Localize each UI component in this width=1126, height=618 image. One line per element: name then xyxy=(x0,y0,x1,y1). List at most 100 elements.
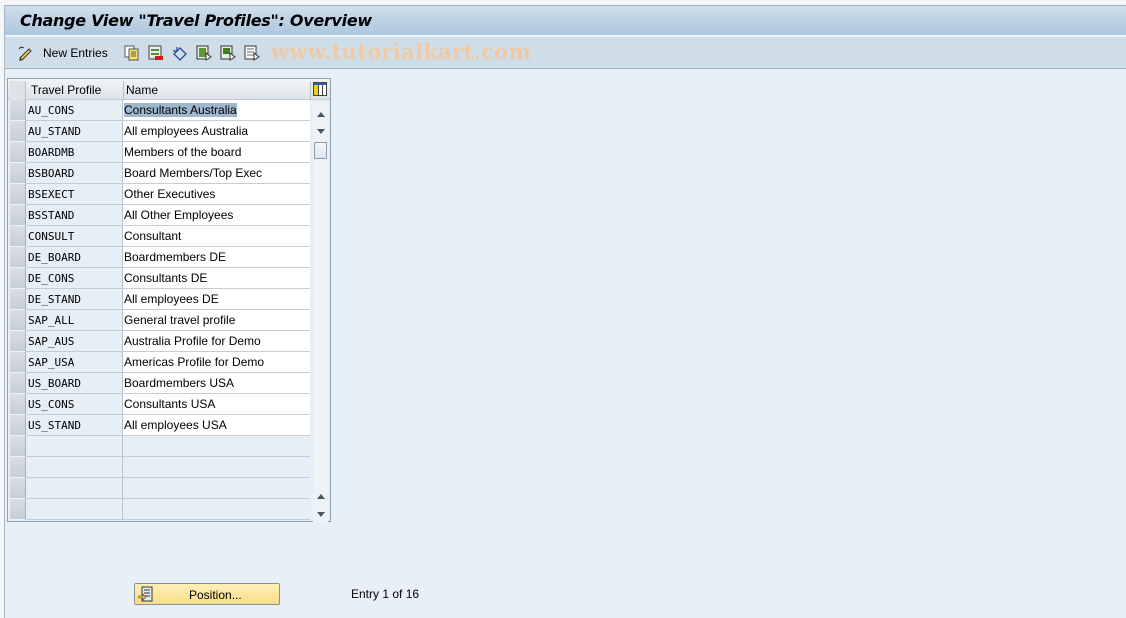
name-cell[interactable]: Consultants USA xyxy=(123,394,310,415)
travel-profile-cell[interactable]: US_BOARD xyxy=(26,373,123,394)
travel-profile-cell[interactable]: DE_STAND xyxy=(26,289,123,310)
select-block-button[interactable] xyxy=(220,44,236,62)
table-row[interactable]: CONSULT Consultant xyxy=(8,226,310,247)
table-row[interactable]: US_CONS Consultants USA xyxy=(8,394,310,415)
name-cell[interactable]: All Other Employees xyxy=(123,205,310,226)
name-cell[interactable]: Members of the board xyxy=(123,142,310,163)
travel-profile-cell[interactable]: US_CONS xyxy=(26,394,123,415)
empty-table-row[interactable] xyxy=(8,499,310,520)
travel-profile-cell[interactable] xyxy=(26,436,123,457)
name-cell[interactable]: All employees Australia xyxy=(123,121,310,142)
scroll-up-button[interactable] xyxy=(313,106,328,122)
table-row[interactable]: US_STAND All employees USA xyxy=(8,415,310,436)
row-selector[interactable] xyxy=(10,436,26,457)
name-cell[interactable]: Consultant xyxy=(123,226,310,247)
table-settings-icon[interactable] xyxy=(313,82,327,96)
row-selector[interactable] xyxy=(10,352,26,373)
travel-profile-cell[interactable]: BOARDMB xyxy=(26,142,123,163)
select-all-button[interactable] xyxy=(196,44,212,62)
name-cell[interactable]: All employees DE xyxy=(123,289,310,310)
travel-profile-cell[interactable]: CONSULT xyxy=(26,226,123,247)
page-up-button[interactable] xyxy=(313,488,328,504)
travel-profile-cell[interactable]: DE_CONS xyxy=(26,268,123,289)
row-selector[interactable] xyxy=(10,457,26,478)
travel-profile-cell[interactable] xyxy=(26,499,123,520)
row-selector[interactable] xyxy=(10,142,26,163)
name-cell[interactable] xyxy=(123,436,310,457)
row-selector[interactable] xyxy=(10,247,26,268)
empty-table-row[interactable] xyxy=(8,457,310,478)
table-row[interactable]: SAP_ALL General travel profile xyxy=(8,310,310,331)
table-row[interactable]: SAP_AUS Australia Profile for Demo xyxy=(8,331,310,352)
travel-profile-cell[interactable]: SAP_ALL xyxy=(26,310,123,331)
travel-profile-cell[interactable]: BSEXECT xyxy=(26,184,123,205)
travel-profile-cell[interactable]: SAP_AUS xyxy=(26,331,123,352)
table-row[interactable]: BOARDMB Members of the board xyxy=(8,142,310,163)
table-row[interactable]: AU_CONS Consultants Australia xyxy=(8,100,310,121)
travel-profile-cell[interactable]: AU_CONS xyxy=(26,100,123,121)
travel-profile-cell[interactable] xyxy=(26,457,123,478)
name-cell[interactable] xyxy=(123,457,310,478)
vertical-scrollbar[interactable] xyxy=(313,101,328,522)
position-button[interactable]: Position... xyxy=(134,583,280,605)
name-cell[interactable]: Board Members/Top Exec xyxy=(123,163,310,184)
table-row[interactable]: BSSTAND All Other Employees xyxy=(8,205,310,226)
table-row[interactable]: DE_CONS Consultants DE xyxy=(8,268,310,289)
name-cell[interactable]: General travel profile xyxy=(123,310,310,331)
travel-profile-cell[interactable]: BSBOARD xyxy=(26,163,123,184)
name-cell[interactable]: Consultants Australia xyxy=(123,100,310,121)
row-selector[interactable] xyxy=(10,373,26,394)
travel-profile-cell[interactable] xyxy=(26,478,123,499)
name-cell[interactable]: Consultants DE xyxy=(123,268,310,289)
row-selector[interactable] xyxy=(10,331,26,352)
travel-profile-cell[interactable]: US_STAND xyxy=(26,415,123,436)
name-cell[interactable]: All employees USA xyxy=(123,415,310,436)
travel-profile-value: US_BOARD xyxy=(28,377,81,390)
row-selector[interactable] xyxy=(10,163,26,184)
row-selector[interactable] xyxy=(10,100,26,121)
row-selector[interactable] xyxy=(10,289,26,310)
row-selector[interactable] xyxy=(10,478,26,499)
delete-icon xyxy=(148,45,164,61)
table-row[interactable]: BSBOARD Board Members/Top Exec xyxy=(8,163,310,184)
travel-profile-cell[interactable]: BSSTAND xyxy=(26,205,123,226)
name-cell[interactable]: Australia Profile for Demo xyxy=(123,331,310,352)
delete-button[interactable] xyxy=(148,44,164,62)
row-selector[interactable] xyxy=(10,184,26,205)
table-row[interactable]: AU_STAND All employees Australia xyxy=(8,121,310,142)
scrollbar-thumb[interactable] xyxy=(314,142,327,159)
empty-table-row[interactable] xyxy=(8,436,310,457)
name-cell[interactable] xyxy=(123,478,310,499)
copy-button[interactable] xyxy=(124,44,140,62)
column-header-name[interactable]: Name xyxy=(126,83,158,97)
row-selector[interactable] xyxy=(10,394,26,415)
name-cell[interactable]: Other Executives xyxy=(123,184,310,205)
name-cell[interactable]: Boardmembers USA xyxy=(123,373,310,394)
name-cell[interactable] xyxy=(123,499,310,520)
scroll-down-button[interactable] xyxy=(313,123,328,139)
row-selector[interactable] xyxy=(10,499,26,520)
row-selector[interactable] xyxy=(10,226,26,247)
table-row[interactable]: US_BOARD Boardmembers USA xyxy=(8,373,310,394)
page-down-button[interactable] xyxy=(313,506,328,522)
table-row[interactable]: SAP_USA Americas Profile for Demo xyxy=(8,352,310,373)
column-header-travel-profile[interactable]: Travel Profile xyxy=(31,83,101,97)
travel-profile-cell[interactable]: AU_STAND xyxy=(26,121,123,142)
undo-button[interactable] xyxy=(172,44,188,62)
travel-profile-cell[interactable]: SAP_USA xyxy=(26,352,123,373)
table-row[interactable]: DE_STAND All employees DE xyxy=(8,289,310,310)
empty-table-row[interactable] xyxy=(8,478,310,499)
table-row[interactable]: BSEXECT Other Executives xyxy=(8,184,310,205)
row-selector[interactable] xyxy=(10,121,26,142)
new-entries-button[interactable]: New Entries xyxy=(17,44,108,62)
travel-profile-cell[interactable]: DE_BOARD xyxy=(26,247,123,268)
table-row[interactable]: DE_BOARD Boardmembers DE xyxy=(8,247,310,268)
name-cell[interactable]: Boardmembers DE xyxy=(123,247,310,268)
deselect-all-button[interactable] xyxy=(244,44,260,62)
row-selector[interactable] xyxy=(10,205,26,226)
select-all-rows-cell[interactable] xyxy=(10,81,26,100)
row-selector[interactable] xyxy=(10,268,26,289)
name-cell[interactable]: Americas Profile for Demo xyxy=(123,352,310,373)
row-selector[interactable] xyxy=(10,415,26,436)
row-selector[interactable] xyxy=(10,310,26,331)
